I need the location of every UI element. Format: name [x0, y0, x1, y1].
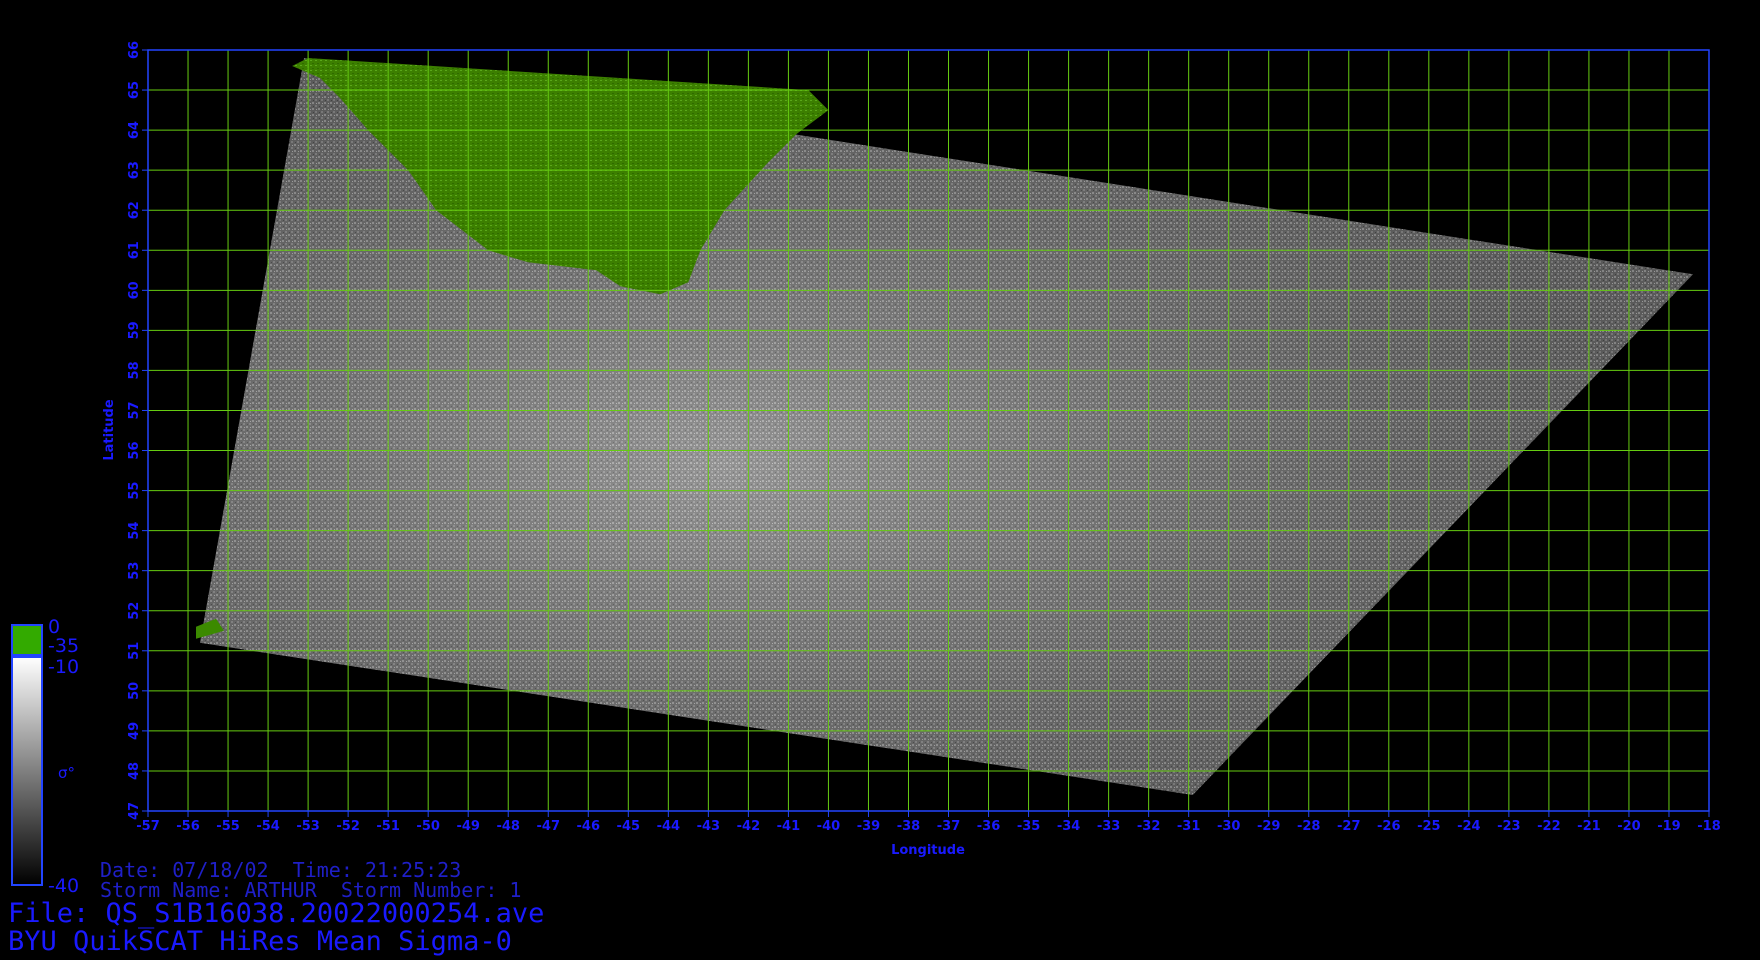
lon-tick-label: -57 — [136, 819, 160, 834]
lon-tick-label: -39 — [857, 819, 881, 834]
latitude-tick-labels: 47 48 49 50 51 52 53 54 55 56 57 58 59 60 61 62 63 64 65 66 — [127, 41, 148, 820]
color-legend: 0 -35 -10 -40 σ° — [11, 616, 79, 897]
lat-tick-label: 66 — [127, 41, 142, 59]
lon-tick-label: -53 — [296, 819, 320, 834]
y-axis-title: Latitude — [102, 399, 117, 461]
lon-tick-label: -22 — [1537, 819, 1561, 834]
lat-tick-label: 62 — [127, 201, 142, 219]
lon-tick-label: -50 — [416, 819, 440, 834]
lon-tick-label: -44 — [657, 819, 681, 834]
lon-tick-label: -33 — [1097, 819, 1121, 834]
lon-tick-label: -23 — [1497, 819, 1521, 834]
legend-sea-bar — [11, 656, 43, 886]
lon-tick-label: -31 — [1177, 819, 1201, 834]
lon-tick-label: -55 — [216, 819, 240, 834]
lat-tick-label: 60 — [127, 281, 142, 299]
lon-tick-label: -43 — [697, 819, 721, 834]
lon-tick-label: -48 — [496, 819, 520, 834]
lat-tick-label: 50 — [127, 682, 142, 700]
lon-tick-label: -21 — [1577, 819, 1601, 834]
lat-tick-label: 47 — [127, 802, 142, 820]
file-name-label: File: QS_S1B16038.20022000254.ave — [8, 898, 545, 929]
lat-tick-label: 55 — [127, 482, 142, 500]
lon-tick-label: -24 — [1457, 819, 1481, 834]
lon-tick-label: -42 — [737, 819, 761, 834]
lon-tick-label: -37 — [937, 819, 961, 834]
map-canvas: -57 -56 -55 -54 -53 -52 -51 -50 -49 -48 -47 -46 -45 -… — [11, 41, 1721, 897]
lon-tick-label: -20 — [1617, 819, 1641, 834]
lon-tick-label: -32 — [1137, 819, 1161, 834]
lon-tick-label: -18 — [1697, 819, 1721, 834]
lat-tick-label: 56 — [127, 441, 142, 459]
lat-tick-label: 57 — [127, 401, 142, 419]
lon-tick-label: -41 — [777, 819, 801, 834]
lat-tick-label: 58 — [127, 361, 142, 379]
product-title-label: BYU QuikSCAT HiRes Mean Sigma-0 — [8, 926, 512, 957]
legend-sea-max-label: -10 — [48, 656, 79, 678]
lon-tick-label: -27 — [1337, 819, 1361, 834]
lat-tick-label: 59 — [127, 321, 142, 339]
lat-tick-label: 64 — [127, 121, 142, 139]
lon-tick-label: -30 — [1217, 819, 1241, 834]
lon-tick-label: -49 — [456, 819, 480, 834]
lat-tick-label: 61 — [127, 241, 142, 259]
lat-tick-label: 54 — [127, 522, 142, 540]
lat-tick-label: 63 — [127, 161, 142, 179]
lon-tick-label: -51 — [376, 819, 400, 834]
x-axis-title: Longitude — [891, 843, 965, 858]
lon-tick-label: -35 — [1017, 819, 1041, 834]
lon-tick-label: -36 — [977, 819, 1001, 834]
lon-tick-label: -47 — [537, 819, 561, 834]
lat-tick-label: 48 — [127, 762, 142, 780]
lon-tick-label: -25 — [1417, 819, 1441, 834]
lat-tick-label: 51 — [127, 642, 142, 660]
lat-tick-label: 53 — [127, 562, 142, 580]
lon-tick-label: -28 — [1297, 819, 1321, 834]
lat-tick-label: 65 — [127, 81, 142, 99]
lat-tick-label: 52 — [127, 602, 142, 620]
legend-sigma-symbol: σ° — [58, 764, 75, 782]
lon-tick-label: -52 — [336, 819, 360, 834]
lon-tick-label: -56 — [176, 819, 200, 834]
lat-tick-label: 49 — [127, 722, 142, 740]
lon-tick-label: -40 — [817, 819, 841, 834]
lon-tick-label: -26 — [1377, 819, 1401, 834]
lon-tick-label: -34 — [1057, 819, 1081, 834]
lon-tick-label: -29 — [1257, 819, 1281, 834]
lon-tick-label: -46 — [577, 819, 601, 834]
legend-sea-min-label: -40 — [48, 875, 79, 897]
legend-land-bar — [11, 624, 43, 656]
lon-tick-label: -54 — [256, 819, 280, 834]
lon-tick-label: -38 — [897, 819, 921, 834]
legend-land-min-label: -35 — [48, 635, 79, 657]
lon-tick-label: -19 — [1657, 819, 1681, 834]
longitude-tick-labels: -57 -56 -55 -54 -53 -52 -51 -50 -49 -48 -47 -46 -45 -… — [136, 811, 1721, 834]
lon-tick-label: -45 — [617, 819, 641, 834]
